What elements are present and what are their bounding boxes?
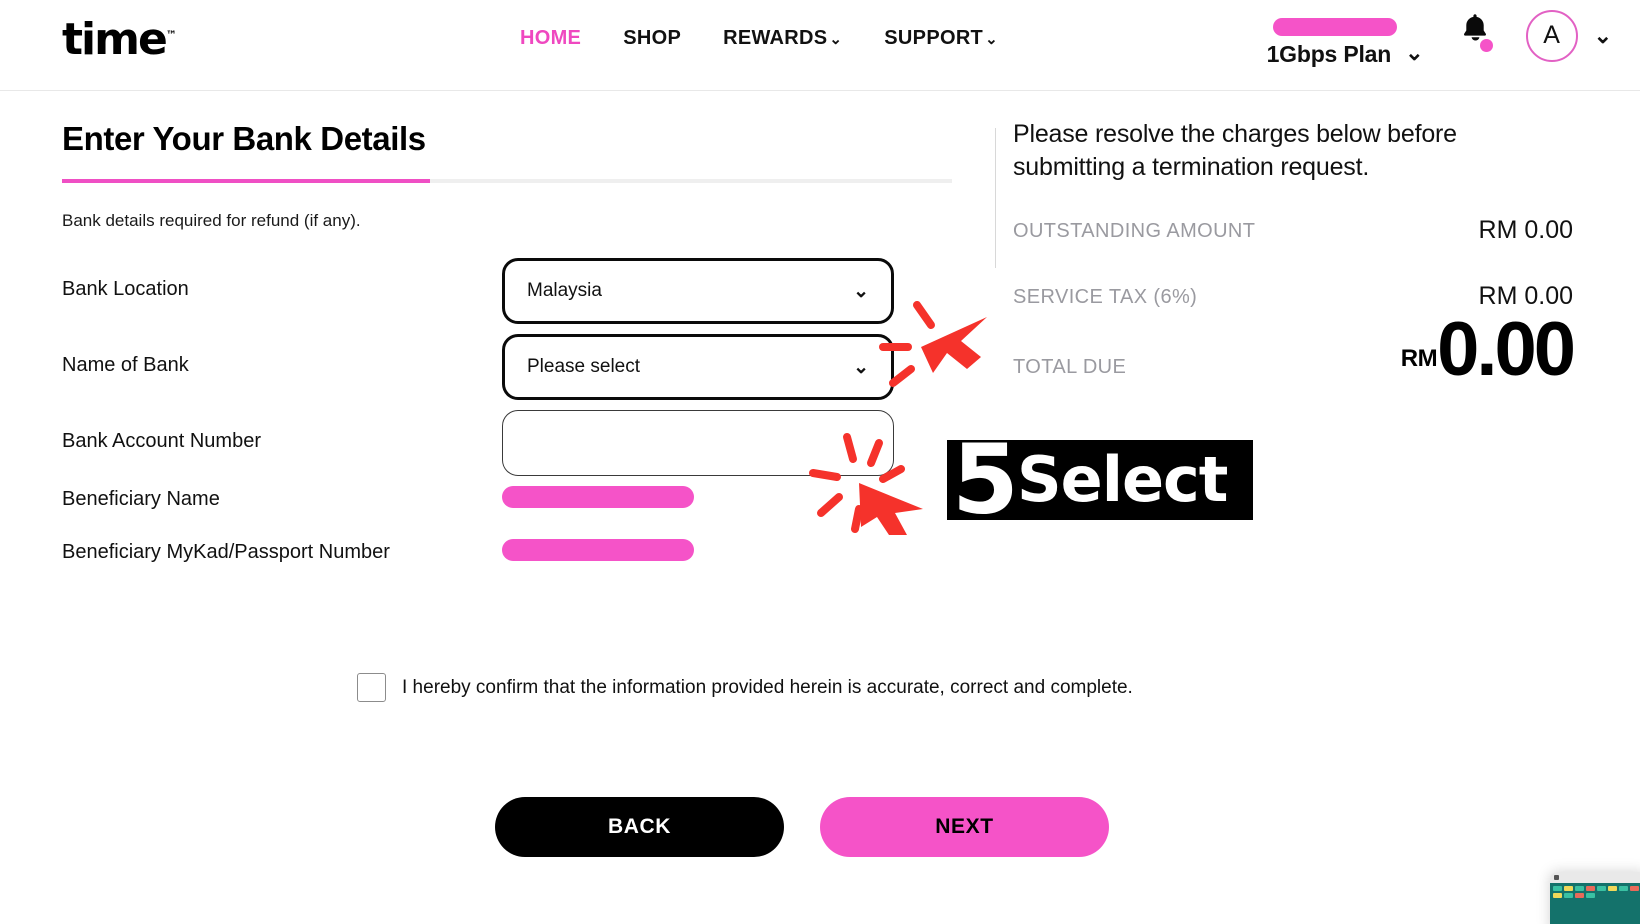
field-row-bank-account-number: Bank Account Number xyxy=(62,410,962,486)
mini-cell xyxy=(1575,886,1584,891)
page-title: Enter Your Bank Details xyxy=(62,120,426,157)
title-underline-accent xyxy=(62,179,430,184)
bank-account-number-input[interactable] xyxy=(502,410,894,476)
brand-logo[interactable]: time™ xyxy=(62,18,177,62)
confirmation-label: I hereby confirm that the information pr… xyxy=(402,676,1133,698)
confirmation-row[interactable]: I hereby confirm that the information pr… xyxy=(357,673,1133,702)
mini-cell xyxy=(1597,886,1606,891)
charge-row-outstanding: OUTSTANDING AMOUNT RM 0.00 xyxy=(1013,216,1573,250)
next-button[interactable]: NEXT xyxy=(820,797,1109,857)
total-due-amount: RM 0.00 xyxy=(1400,307,1576,392)
total-due-currency: RM xyxy=(1400,345,1438,373)
notification-badge-dot xyxy=(1479,38,1493,52)
charge-row-total-due: TOTAL DUE RM 0.00 xyxy=(1013,311,1576,426)
field-label-bank-account-number: Bank Account Number xyxy=(62,430,261,452)
nav-item-support[interactable]: SUPPORT ⌄ xyxy=(884,27,998,50)
charge-label-outstanding: OUTSTANDING AMOUNT xyxy=(1013,220,1256,242)
header-right-cluster: 1Gbps Plan ⌄ A ⌄ xyxy=(1267,0,1612,91)
chevron-down-icon: ⌄ xyxy=(829,31,843,48)
nav-item-shop[interactable]: SHOP xyxy=(623,27,681,50)
nav-item-support-label: SUPPORT xyxy=(884,27,984,49)
chevron-down-icon: ⌄ xyxy=(985,31,998,48)
nav-item-rewards-label: REWARDS xyxy=(723,27,828,49)
trademark-icon: ™ xyxy=(165,28,177,42)
title-underline xyxy=(62,179,952,184)
section-subtitle: Bank details required for refund (if any… xyxy=(62,211,361,231)
field-label-name-of-bank: Name of Bank xyxy=(62,354,189,376)
mini-cell xyxy=(1586,886,1595,891)
nav-item-shop-label: SHOP xyxy=(623,27,682,49)
redacted-account-bar xyxy=(1272,18,1397,36)
chevron-down-icon: ⌄ xyxy=(853,280,869,302)
mini-cell xyxy=(1553,886,1562,891)
name-of-bank-select[interactable]: Please select ⌄ xyxy=(502,334,894,400)
account-menu[interactable]: A ⌄ xyxy=(1525,9,1612,82)
total-due-value: 0.00 xyxy=(1437,307,1576,392)
field-label-beneficiary-name: Beneficiary Name xyxy=(62,488,220,510)
mini-cell xyxy=(1630,886,1639,891)
plan-selector[interactable]: 1Gbps Plan ⌄ xyxy=(1267,0,1424,91)
bank-details-section: Enter Your Bank Details Bank details req… xyxy=(62,118,952,231)
mini-cell xyxy=(1564,893,1573,898)
nav-item-home[interactable]: HOME xyxy=(520,27,581,50)
annotation-step-label: Select xyxy=(1017,443,1228,516)
floating-window-preview[interactable] xyxy=(1550,872,1640,924)
chevron-down-icon: ⌄ xyxy=(853,356,869,378)
name-of-bank-value: Please select xyxy=(527,356,641,377)
mini-cell xyxy=(1564,886,1573,891)
page-root: time™ HOME SHOP REWARDS ⌄ SUPPORT ⌄ 1Gbp… xyxy=(0,0,1640,924)
charge-label-service-tax: SERVICE TAX (6%) xyxy=(1013,286,1198,308)
brand-logo-text: time xyxy=(62,14,168,65)
field-row-bank-location: Bank Location Malaysia ⌄ xyxy=(62,258,962,334)
avatar: A xyxy=(1525,9,1578,62)
charges-notice: Please resolve the charges below before … xyxy=(1013,120,1457,181)
charge-value-outstanding: RM 0.00 xyxy=(1478,216,1573,244)
field-label-bank-location: Bank Location xyxy=(62,278,189,300)
bell-icon xyxy=(1463,13,1486,40)
charges-summary-panel: Please resolve the charges below before … xyxy=(1013,118,1576,426)
field-row-beneficiary-id: Beneficiary MyKad/Passport Number xyxy=(62,539,962,592)
form-actions: BACK NEXT xyxy=(495,797,1109,857)
nav-item-rewards[interactable]: REWARDS ⌄ xyxy=(723,27,842,50)
mini-cell xyxy=(1575,893,1584,898)
field-label-beneficiary-id: Beneficiary MyKad/Passport Number xyxy=(62,541,390,563)
site-header: time™ HOME SHOP REWARDS ⌄ SUPPORT ⌄ 1Gbp… xyxy=(0,0,1640,91)
bank-location-value: Malaysia xyxy=(527,280,602,301)
confirmation-checkbox[interactable] xyxy=(357,673,386,702)
beneficiary-id-redacted-value[interactable] xyxy=(502,539,694,561)
charge-label-total-due: TOTAL DUE xyxy=(1013,356,1127,378)
bank-location-select[interactable]: Malaysia ⌄ xyxy=(502,258,894,324)
nav-item-home-label: HOME xyxy=(520,27,582,49)
annotation-step-number: 5 xyxy=(952,423,1019,536)
floating-window-content xyxy=(1550,883,1640,924)
floating-window-titlebar xyxy=(1550,872,1640,883)
beneficiary-name-redacted-value[interactable] xyxy=(502,486,694,508)
field-row-name-of-bank: Name of Bank Please select ⌄ xyxy=(62,334,962,410)
mini-cell xyxy=(1608,886,1617,891)
field-row-beneficiary-name: Beneficiary Name xyxy=(62,486,962,539)
mini-cell xyxy=(1619,886,1628,891)
column-divider xyxy=(995,128,996,268)
window-icon xyxy=(1554,875,1559,880)
bank-details-form: Bank Location Malaysia ⌄ Name of Bank Pl… xyxy=(62,258,962,592)
mini-cell xyxy=(1586,893,1595,898)
main-navigation: HOME SHOP REWARDS ⌄ SUPPORT ⌄ xyxy=(520,27,998,50)
chevron-down-icon: ⌄ xyxy=(1593,22,1612,48)
back-button[interactable]: BACK xyxy=(495,797,784,857)
notifications-button[interactable] xyxy=(1460,13,1493,63)
plan-label: 1Gbps Plan xyxy=(1266,41,1392,67)
annotation-step-badge: 5 Select xyxy=(947,423,1254,536)
mini-cell xyxy=(1553,893,1562,898)
chevron-down-icon: ⌄ xyxy=(1405,40,1424,65)
